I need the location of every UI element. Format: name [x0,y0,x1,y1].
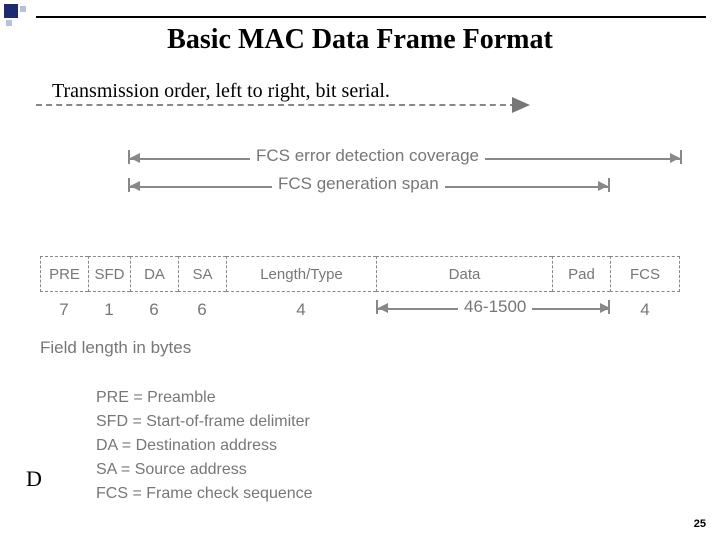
bytes-sfd: 1 [88,300,130,320]
legend-sa: SA = Source address [96,458,313,482]
transmission-dashed-line [36,104,516,106]
coverage-label-2: FCS generation span [272,174,445,194]
title-rule [36,16,706,18]
slide-title: Basic MAC Data Frame Format [0,24,720,56]
stray-letter: D [26,466,42,492]
bytes-pre: 7 [40,300,88,320]
data-range-arrow: 46-1500 [376,300,610,320]
coverage-arrows: FCS error detection coverage FCS generat… [0,150,720,230]
field-data: Data [376,256,552,292]
field-lentype: Length/Type [226,256,376,292]
page-number: 25 [694,518,706,530]
bytes-sa: 6 [178,300,226,320]
bytes-da: 6 [130,300,178,320]
legend-pre: PRE = Preamble [96,386,313,410]
legend: PRE = Preamble SFD = Start-of-frame deli… [96,386,313,506]
field-pre: PRE [40,256,88,292]
coverage-label-1: FCS error detection coverage [250,146,485,166]
field-length-label: Field length in bytes [40,338,191,358]
transmission-arrow-icon [512,97,530,113]
subtitle: Transmission order, left to right, bit s… [52,80,390,103]
data-range-label: 46-1500 [458,297,532,317]
bytes-fcs: 4 [610,300,680,320]
field-da: DA [130,256,178,292]
field-sfd: SFD [88,256,130,292]
field-sa: SA [178,256,226,292]
legend-da: DA = Destination address [96,434,313,458]
legend-fcs: FCS = Frame check sequence [96,482,313,506]
field-pad: Pad [552,256,610,292]
legend-sfd: SFD = Start-of-frame delimiter [96,410,313,434]
field-fcs: FCS [610,256,680,292]
bytes-lentype: 4 [226,300,376,320]
